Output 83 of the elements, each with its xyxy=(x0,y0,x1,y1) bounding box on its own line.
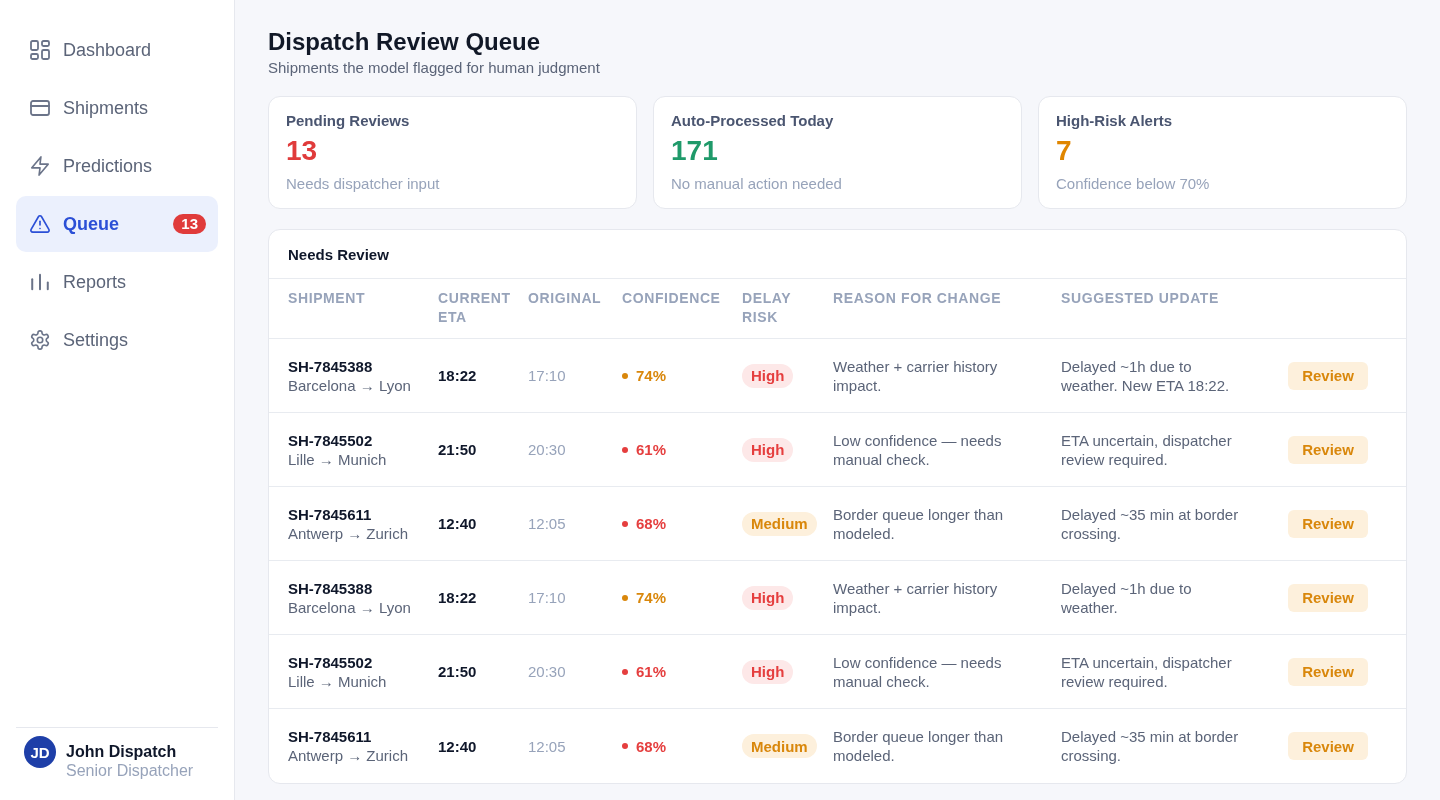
nav-item[interactable]: Predictions xyxy=(16,138,218,194)
table-title: Needs Review xyxy=(288,245,389,263)
column-header: SUGGESTED UPDATE xyxy=(1061,290,1220,306)
reason-text: Weather + carrier history impact. xyxy=(833,356,999,395)
stat-value: 7 xyxy=(1056,134,1072,168)
eta-time: 18:22 xyxy=(438,366,477,385)
nav-item[interactable]: Settings xyxy=(16,312,218,368)
user-role: Senior Dispatcher xyxy=(66,761,194,780)
original-time: 17:10 xyxy=(528,366,566,385)
settings-icon xyxy=(30,330,50,350)
route-text: Lille → Munich xyxy=(288,671,387,691)
original-time: 17:10 xyxy=(528,588,566,607)
suggestion-text: Delayed ~35 min at border crossing. xyxy=(1061,504,1240,543)
risk-tag: High xyxy=(742,363,794,388)
page-title: Dispatch Review Queue xyxy=(268,28,541,56)
lightning-icon xyxy=(30,156,50,176)
suggestion-text: ETA uncertain, dispatcher review required. xyxy=(1061,652,1233,691)
user-avatar: JD xyxy=(24,736,56,768)
risk-tag: Medium xyxy=(742,511,817,536)
column-header: CURRENT ETA xyxy=(438,290,511,325)
eta-time: 21:50 xyxy=(438,662,477,681)
reason-text: Border queue longer than modeled. xyxy=(833,727,1005,765)
suggestion-text: Delayed ~1h due to weather. xyxy=(1061,578,1193,617)
shipment-id: SH-7845611 xyxy=(288,504,372,524)
risk-tag: High xyxy=(742,585,794,610)
original-time: 20:30 xyxy=(528,440,566,459)
stat-note: Needs dispatcher input xyxy=(286,174,440,194)
eta-time: 21:50 xyxy=(438,440,477,459)
confidence-value: 74% xyxy=(636,588,667,607)
page-subtitle: Shipments the model flagged for human judgment xyxy=(268,58,600,78)
stat-label: High-Risk Alerts xyxy=(1056,111,1173,131)
eta-time: 12:40 xyxy=(438,736,477,756)
eta-time: 18:22 xyxy=(438,588,477,607)
warning-icon xyxy=(30,214,50,234)
eta-time: 12:40 xyxy=(438,514,477,533)
stat-value: 13 xyxy=(286,134,318,168)
nav-item[interactable]: Queue 13 xyxy=(16,196,218,252)
confidence-value: 68% xyxy=(636,736,667,756)
grid-icon xyxy=(30,40,50,60)
reason-text: Low confidence — needs manual check. xyxy=(833,430,1003,469)
shipment-id: SH-7845611 xyxy=(288,727,372,746)
card-icon xyxy=(30,98,50,118)
route-text: Barcelona → Lyon xyxy=(288,597,411,617)
original-time: 12:05 xyxy=(528,514,566,533)
nav-item[interactable]: Shipments xyxy=(16,80,218,136)
stat-label: Pending Reviews xyxy=(286,111,410,131)
suggestion-text: Delayed ~1h due to weather. New ETA 18:22. xyxy=(1061,356,1231,395)
route-text: Barcelona → Lyon xyxy=(288,375,411,395)
confidence-value: 61% xyxy=(636,662,667,681)
nav-item[interactable]: Dashboard xyxy=(16,22,218,78)
column-header: DELAY RISK xyxy=(742,290,791,325)
route-text: Antwerp → Zurich xyxy=(288,746,409,765)
suggestion-text: ETA uncertain, dispatcher review required. xyxy=(1061,430,1233,469)
reason-text: Low confidence — needs manual check. xyxy=(833,652,1003,691)
shipment-id: SH-7845388 xyxy=(288,356,373,376)
column-header: CONFIDENCE xyxy=(622,290,722,306)
confidence-value: 61% xyxy=(636,440,667,459)
risk-tag: High xyxy=(742,659,794,684)
user-name: John Dispatch xyxy=(66,742,178,761)
shipment-id: SH-7845388 xyxy=(288,578,373,598)
column-header: REASON FOR CHANGE xyxy=(833,290,1003,306)
shipment-id: SH-7845502 xyxy=(288,652,373,672)
reason-text: Border queue longer than modeled. xyxy=(833,504,1005,543)
risk-tag: Medium xyxy=(742,734,817,758)
confidence-value: 68% xyxy=(636,514,667,533)
suggestion-text: Delayed ~35 min at border crossing. xyxy=(1061,727,1240,765)
column-header: SHIPMENT xyxy=(288,290,367,306)
bar-chart-icon xyxy=(30,272,50,292)
original-time: 20:30 xyxy=(528,662,566,681)
shipment-id: SH-7845502 xyxy=(288,430,373,450)
risk-tag: High xyxy=(742,437,794,462)
stat-note: No manual action needed xyxy=(671,174,842,194)
stat-note: Confidence below 70% xyxy=(1056,174,1210,194)
confidence-value: 74% xyxy=(636,366,667,385)
stat-value: 171 xyxy=(671,134,718,168)
count-badge: 13 xyxy=(173,214,206,234)
stat-label: Auto-Processed Today xyxy=(671,111,834,131)
column-header: ORIGINAL xyxy=(528,290,603,306)
route-text: Lille → Munich xyxy=(288,449,387,469)
nav-item[interactable]: Reports xyxy=(16,254,218,310)
reason-text: Weather + carrier history impact. xyxy=(833,578,999,617)
route-text: Antwerp → Zurich xyxy=(288,523,409,543)
original-time: 12:05 xyxy=(528,736,566,756)
